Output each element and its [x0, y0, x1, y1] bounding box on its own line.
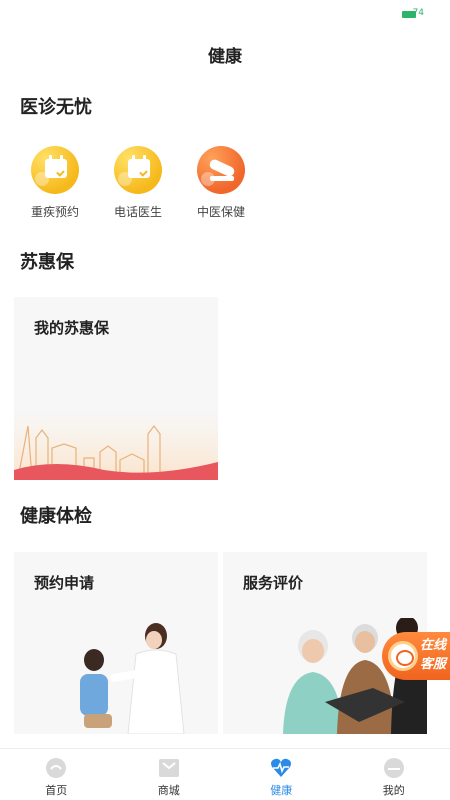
- appointment-application-card[interactable]: 预约申请: [14, 552, 218, 734]
- profile-icon: [383, 757, 405, 779]
- service-tcm-healthcare[interactable]: 中医保健: [181, 146, 261, 220]
- my-suhuibao-card[interactable]: 我的苏惠保: [14, 297, 218, 480]
- mall-icon: [158, 757, 180, 779]
- bandage-icon: [197, 146, 245, 194]
- card-title: 服务评价: [243, 574, 304, 592]
- card-title: 我的苏惠保: [34, 319, 110, 337]
- section-title-suhuibao: 苏惠保: [20, 252, 74, 273]
- card-title: 预约申请: [34, 574, 95, 592]
- online-customer-service-button[interactable]: 在线 客服: [382, 632, 450, 680]
- battery-level: 74: [412, 8, 424, 18]
- headset-icon: [388, 641, 418, 671]
- heart-pulse-icon: [270, 757, 292, 779]
- tab-label: 商城: [157, 784, 180, 797]
- service-label: 中医保健: [196, 205, 245, 219]
- tab-label: 我的: [382, 784, 405, 797]
- status-bar: 74: [0, 0, 450, 28]
- cs-line-1: 在线: [420, 638, 447, 653]
- calendar-check-icon: [114, 146, 162, 194]
- bottom-tab-bar: 首页 商城 健康 我的: [0, 748, 450, 800]
- service-label: 电话医生: [113, 205, 162, 219]
- tab-label: 首页: [45, 784, 68, 797]
- calendar-check-icon: [31, 146, 79, 194]
- tab-profile[interactable]: 我的: [338, 749, 450, 800]
- tab-mall[interactable]: 商城: [113, 749, 226, 800]
- tab-home[interactable]: 首页: [0, 749, 113, 800]
- tab-health[interactable]: 健康: [225, 749, 338, 800]
- doctor-child-illustration: [80, 623, 185, 734]
- service-phone-doctor[interactable]: 电话医生: [98, 146, 178, 220]
- service-label: 重疾预约: [30, 205, 79, 219]
- city-skyline-illustration: [14, 408, 218, 480]
- home-icon: [45, 757, 67, 779]
- section-title-checkup: 健康体检: [20, 506, 92, 527]
- section-title-medical: 医诊无忧: [20, 97, 92, 118]
- tab-label: 健康: [270, 784, 293, 797]
- cs-line-2: 客服: [420, 657, 447, 672]
- page-title: 健康: [208, 47, 242, 67]
- service-critical-illness-booking[interactable]: 重疾预约: [15, 146, 95, 220]
